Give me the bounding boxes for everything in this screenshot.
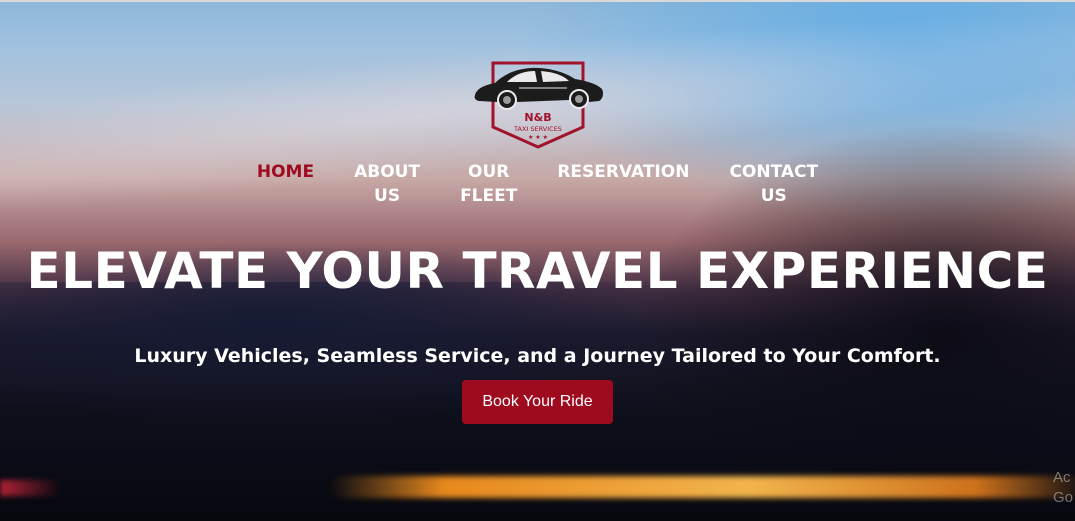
nav-item-contact-us[interactable]: CONTACT US (709, 160, 838, 208)
nav-item-reservation[interactable]: RESERVATION (537, 160, 709, 208)
activate-windows-watermark: Ac Go (1053, 468, 1075, 508)
nav-item-our-fleet[interactable]: OUR FLEET (440, 160, 537, 208)
hero-subheadline: Luxury Vehicles, Seamless Service, and a… (134, 345, 941, 367)
brand-logo[interactable]: N&B TAXI SERVICES ★ ★ ★ (471, 55, 607, 150)
logo-stars: ★ ★ ★ (528, 134, 548, 141)
nav-item-home[interactable]: HOME (237, 160, 334, 208)
hero-section: N&B TAXI SERVICES ★ ★ ★ HOME ABOUT US OU… (0, 0, 1075, 521)
logo-tagline-text: TAXI SERVICES (513, 125, 562, 133)
hero-headline: ELEVATE YOUR TRAVEL EXPERIENCE (26, 242, 1049, 300)
nav-item-about-us[interactable]: ABOUT US (334, 160, 440, 208)
watermark-line-2: Go (1053, 489, 1074, 506)
background-light-streak (330, 476, 1075, 498)
book-your-ride-button[interactable]: Book Your Ride (462, 380, 613, 424)
background-light-streak (0, 480, 60, 496)
main-navigation: HOME ABOUT US OUR FLEET RESERVATION CONT… (0, 160, 1075, 208)
watermark-line-1: Ac (1053, 469, 1071, 486)
logo-brand-text: N&B (524, 111, 551, 124)
